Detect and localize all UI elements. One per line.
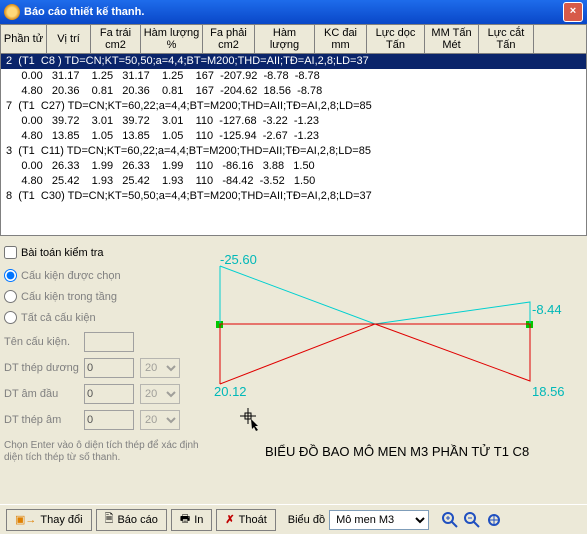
dd-f3: 20 <box>140 410 180 430</box>
series-bot <box>220 324 530 384</box>
data-grid: Phần tửVị tríFa tráicm2Hàm lượng%Fa phải… <box>0 24 587 236</box>
col-header[interactable]: Lực dọcTấn <box>367 25 425 53</box>
zoom-fit-icon[interactable] <box>485 511 503 529</box>
input-ten <box>84 332 134 352</box>
radio-option[interactable]: Cấu kiện trong tầng <box>4 290 204 303</box>
col-header[interactable]: Hàm lượng <box>255 25 315 53</box>
button-bar: ▣→ Thay đổi 🗎 Báo cáo 🖶 In ✗ Thoát Biểu … <box>0 504 587 534</box>
close-icon[interactable]: × <box>563 2 583 22</box>
label-f1: DT thép dương <box>4 362 84 374</box>
window-title: Báo cáo thiết kế thanh. <box>24 6 144 18</box>
label-f2: DT âm đầu <box>4 388 84 400</box>
options-panel: Bài toán kiểm tra Cấu kiện được chọn Cấu … <box>4 242 204 464</box>
radio-input[interactable] <box>4 311 17 324</box>
table-row[interactable]: 4.80 25.42 1.93 25.42 1.93 110 -84.42 -3… <box>1 174 586 189</box>
radio-label: Cấu kiện trong tầng <box>21 291 117 303</box>
change-icon: ▣→ <box>15 513 36 526</box>
chart-label-tr: -8.44 <box>532 302 562 317</box>
radio-option[interactable]: Tất cả cấu kiện <box>4 311 204 324</box>
table-row[interactable]: 4.80 13.85 1.05 13.85 1.05 110 -125.94 -… <box>1 129 586 144</box>
dd-f2: 20 <box>140 384 180 404</box>
radio-label: Cấu kiện được chọn <box>21 270 121 282</box>
table-row[interactable]: 4.80 20.36 0.81 20.36 0.81 167 -204.62 1… <box>1 84 586 99</box>
chart-title: BIỂU ĐỒ BAO MÔ MEN M3 PHẦN TỬ T1 C8 <box>265 444 529 459</box>
input-f1 <box>84 358 134 378</box>
zoom-in-icon[interactable] <box>441 511 459 529</box>
moment-chart: -25.60 -8.44 20.12 18.56 BIỂU ĐỒ BAO MÔ … <box>210 246 580 476</box>
titlebar: Báo cáo thiết kế thanh. × <box>0 0 587 24</box>
hint-text: Chọn Enter vào ô diện tích thép để xác đ… <box>4 440 204 464</box>
radio-input[interactable] <box>4 290 17 303</box>
report-button[interactable]: 🗎 Báo cáo <box>96 509 167 531</box>
input-f3 <box>84 410 134 430</box>
exit-icon: ✗ <box>225 513 234 526</box>
chart-label-br: 18.56 <box>532 384 565 399</box>
radio-input[interactable] <box>4 269 17 282</box>
exit-button[interactable]: ✗ Thoát <box>216 509 275 531</box>
checkbox-label: Bài toán kiểm tra <box>21 247 104 259</box>
radio-option[interactable]: Cấu kiện được chọn <box>4 269 204 282</box>
grid-header: Phần tửVị tríFa tráicm2Hàm lượng%Fa phải… <box>1 25 586 54</box>
chart-label-tl: -25.60 <box>220 252 257 267</box>
print-icon: 🖶 <box>180 510 190 529</box>
report-icon: 🗎 <box>105 510 114 529</box>
dd-f1: 20 <box>140 358 180 378</box>
col-header[interactable]: Phần tử <box>1 25 47 53</box>
col-header[interactable]: Lực cắtTấn <box>479 25 534 53</box>
col-header[interactable]: KC đaimm <box>315 25 367 53</box>
col-header[interactable]: Fa tráicm2 <box>91 25 141 53</box>
zoom-out-icon[interactable] <box>463 511 481 529</box>
table-row[interactable]: 0.00 31.17 1.25 31.17 1.25 167 -207.92 -… <box>1 69 586 84</box>
col-header[interactable]: MM TấnMét <box>425 25 479 53</box>
table-row[interactable]: 0.00 39.72 3.01 39.72 3.01 110 -127.68 -… <box>1 114 586 129</box>
change-button[interactable]: ▣→ Thay đổi <box>6 509 92 531</box>
table-row[interactable]: 8 (T1 C30) TD=CN;KT=50,50;a=4,4;BT=M200;… <box>1 189 586 204</box>
table-row[interactable]: 0.00 26.33 1.99 26.33 1.99 110 -86.16 3.… <box>1 159 586 174</box>
radio-label: Tất cả cấu kiện <box>21 312 96 324</box>
col-header[interactable]: Fa phảicm2 <box>203 25 255 53</box>
input-f2 <box>84 384 134 404</box>
col-header[interactable]: Vị trí <box>47 25 91 53</box>
plot-select[interactable]: Mô men M3 <box>329 510 429 530</box>
print-button[interactable]: 🖶 In <box>171 509 213 531</box>
label-ten: Tên cấu kiện. <box>4 336 84 348</box>
checkbox-kiemtra[interactable]: Bài toán kiểm tra <box>4 246 204 259</box>
plot-label: Biểu đồ <box>288 514 325 526</box>
series-top <box>220 266 530 324</box>
table-row[interactable]: 2 (T1 C8 ) TD=CN;KT=50,50;a=4,4;BT=M200;… <box>1 54 586 69</box>
table-row[interactable]: 3 (T1 C11) TD=CN;KT=60,22;a=4,4;BT=M200;… <box>1 144 586 159</box>
label-f3: DT thép âm <box>4 414 84 426</box>
chart-label-bl: 20.12 <box>214 384 247 399</box>
grid-body[interactable]: 2 (T1 C8 ) TD=CN;KT=50,50;a=4,4;BT=M200;… <box>1 54 586 236</box>
app-icon <box>4 4 20 20</box>
col-header[interactable]: Hàm lượng% <box>141 25 203 53</box>
cursor-icon <box>240 408 258 431</box>
table-row[interactable]: 7 (T1 C27) TD=CN;KT=60,22;a=4,4;BT=M200;… <box>1 99 586 114</box>
checkbox-input[interactable] <box>4 246 17 259</box>
